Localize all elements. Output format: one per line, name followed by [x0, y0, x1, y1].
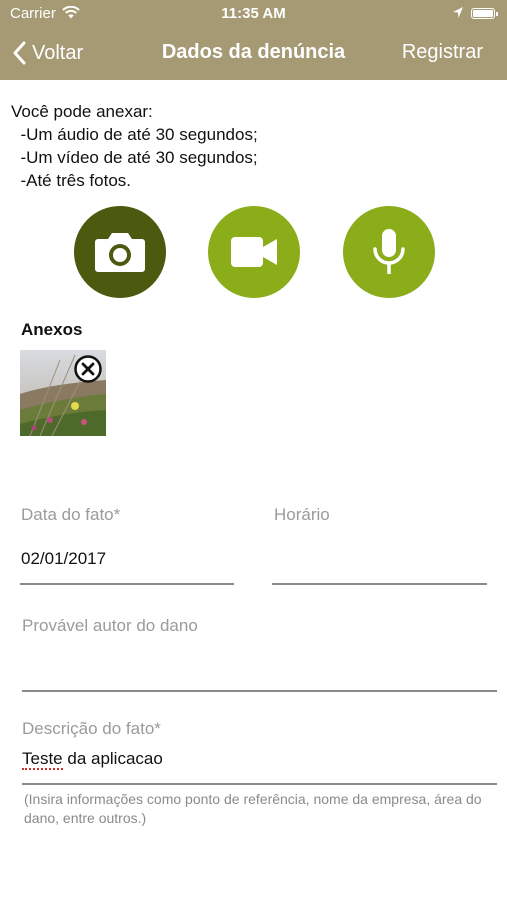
- status-bar: Carrier 11:35 AM: [0, 0, 507, 28]
- description-word-spellcheck: Teste: [22, 749, 63, 770]
- time-field-underline: [272, 583, 487, 585]
- author-label: Provável autor do dano: [22, 616, 198, 635]
- remove-attachment-button[interactable]: [74, 355, 102, 383]
- video-button[interactable]: [208, 206, 300, 298]
- intro-item-photos: -Até três fotos.: [20, 171, 131, 190]
- battery-icon: [471, 8, 498, 19]
- description-field[interactable]: Teste da aplicacao: [22, 749, 163, 770]
- intro-heading: Você pode anexar:: [11, 102, 153, 121]
- nav-row: Voltar Dados da denúncia Registrar: [0, 28, 507, 80]
- close-circle-icon: [74, 355, 102, 383]
- status-time: 11:35 AM: [221, 5, 286, 22]
- date-field-underline: [20, 583, 234, 585]
- date-label: Data do fato*: [21, 505, 121, 524]
- description-field-underline: [22, 783, 497, 785]
- intro-item-video: -Um vídeo de até 30 segundos;: [20, 148, 258, 167]
- camera-icon: [95, 233, 145, 272]
- time-field[interactable]: [274, 549, 486, 573]
- camera-button[interactable]: [74, 206, 166, 298]
- microphone-icon: [373, 229, 405, 274]
- description-label: Descrição do fato*: [22, 719, 161, 738]
- video-camera-icon: [231, 237, 277, 267]
- register-button[interactable]: Registrar: [402, 41, 483, 64]
- description-help-text: (Insira informações como ponto de referê…: [24, 791, 482, 826]
- author-field[interactable]: [22, 656, 496, 680]
- navigation-bar: Carrier 11:35 AM Voltar Dados da denúnci…: [0, 0, 507, 80]
- intro-item-audio: -Um áudio de até 30 segundos;: [20, 125, 258, 144]
- date-field[interactable]: 02/01/2017: [21, 549, 106, 569]
- time-label: Horário: [274, 505, 330, 524]
- attachments-title: Anexos: [21, 320, 83, 339]
- description-text-rest: da aplicacao: [62, 749, 163, 768]
- audio-button[interactable]: [343, 206, 435, 298]
- location-arrow-icon: [452, 6, 464, 23]
- attachment-instructions: Você pode anexar: -Um áudio de até 30 se…: [11, 100, 258, 192]
- author-field-underline: [22, 690, 497, 692]
